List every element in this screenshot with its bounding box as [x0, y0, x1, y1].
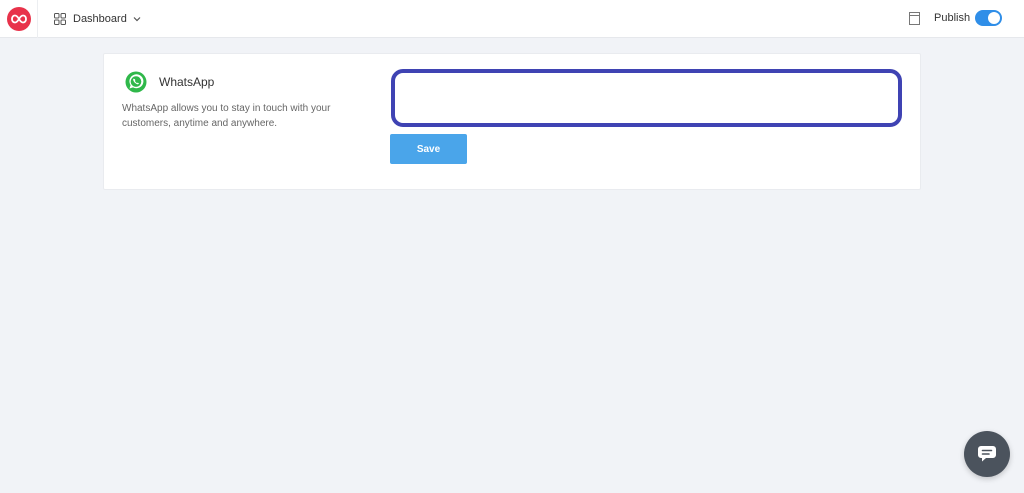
publish-label: Publish — [934, 12, 971, 24]
grid-icon — [54, 13, 66, 25]
save-button[interactable]: Save — [390, 134, 467, 164]
infinity-logo-icon[interactable] — [7, 7, 31, 31]
whatsapp-number-input[interactable] — [391, 69, 902, 127]
whatsapp-integration-card: WhatsApp WhatsApp allows you to stay in … — [103, 53, 921, 190]
page-preview-icon[interactable] — [909, 12, 920, 25]
integration-title: WhatsApp — [159, 75, 215, 89]
dashboard-menu-button[interactable]: Dashboard — [54, 11, 141, 27]
chat-widget-button[interactable] — [964, 431, 1010, 477]
logo-area — [0, 0, 38, 38]
integration-description: WhatsApp allows you to stay in touch wit… — [122, 103, 331, 129]
top-bar: Dashboard Publish — [0, 0, 1024, 38]
whatsapp-icon — [125, 71, 147, 93]
toggle-knob — [988, 12, 1000, 24]
publish-toggle[interactable] — [975, 10, 1002, 26]
chat-bubble-icon — [978, 446, 996, 462]
chevron-down-icon — [133, 17, 141, 22]
dashboard-label: Dashboard — [73, 13, 127, 25]
